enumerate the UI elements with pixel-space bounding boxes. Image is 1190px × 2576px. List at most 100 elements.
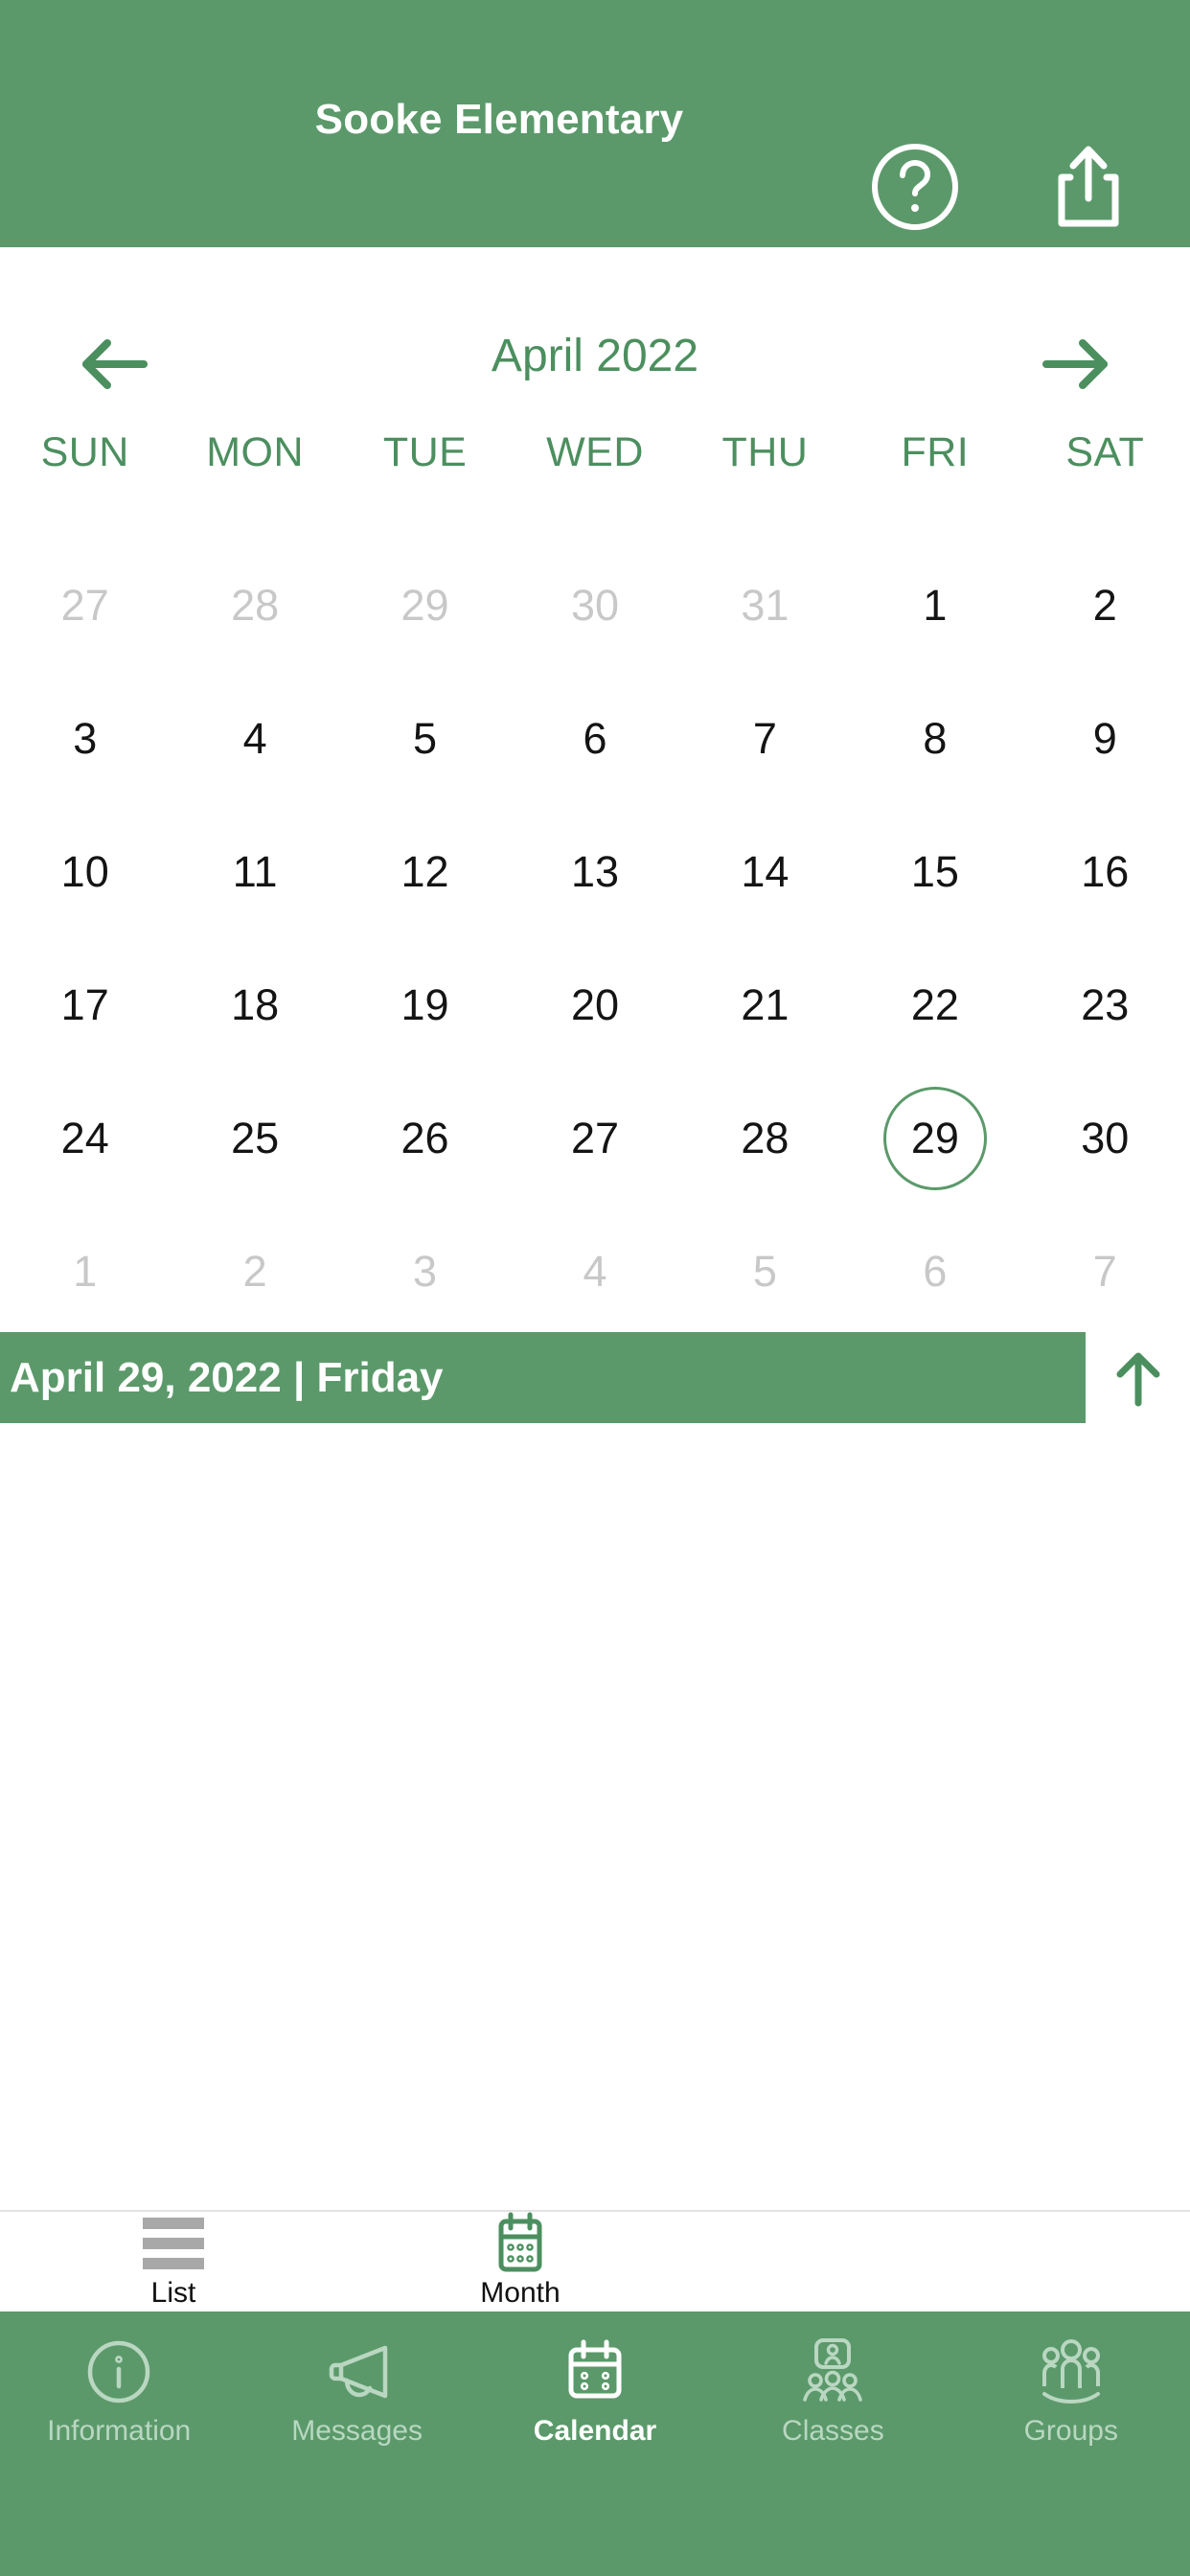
calendar-day-grid: 27 28 29 30 31 1 2 3 4 5 6 7 8 9 10 11 12 13 14 15 16 17 18 19 2… xyxy=(0,539,1190,1338)
tab-groups[interactable]: Groups xyxy=(952,2312,1190,2576)
classroom-icon xyxy=(793,2333,872,2411)
day-cell[interactable]: 9 xyxy=(1020,672,1190,805)
day-number: 1 xyxy=(923,581,948,630)
day-number: 25 xyxy=(231,1114,280,1162)
view-option-list-label: List xyxy=(150,2277,196,2309)
people-group-icon xyxy=(1032,2333,1110,2411)
day-cell[interactable]: 4 xyxy=(510,1205,679,1338)
day-cell[interactable]: 3 xyxy=(340,1205,510,1338)
day-number: 21 xyxy=(741,980,790,1029)
weekday-label: TUE xyxy=(382,429,468,475)
bottom-tab-bar: Information Messages Calendar Classes Gr… xyxy=(0,2312,1190,2576)
day-cell[interactable]: 18 xyxy=(170,938,339,1071)
day-cell-selected[interactable]: 29 xyxy=(850,1071,1019,1205)
day-number: 6 xyxy=(923,1247,948,1296)
day-cell[interactable]: 3 xyxy=(0,672,170,805)
tab-information[interactable]: Information xyxy=(0,2312,238,2576)
day-cell[interactable]: 7 xyxy=(1020,1205,1190,1338)
day-number: 20 xyxy=(570,980,620,1029)
share-icon[interactable] xyxy=(1044,139,1133,235)
question-circle-icon[interactable] xyxy=(867,139,963,235)
day-cell[interactable]: 27 xyxy=(0,539,170,672)
megaphone-icon xyxy=(318,2333,397,2411)
day-cell[interactable]: 13 xyxy=(510,805,679,938)
day-cell[interactable]: 27 xyxy=(510,1071,679,1205)
app-header: Sooke Elementary xyxy=(0,0,1190,247)
day-number: 29 xyxy=(400,581,449,630)
day-cell[interactable]: 6 xyxy=(510,672,679,805)
arrow-up-icon[interactable] xyxy=(1086,1332,1190,1423)
day-number: 4 xyxy=(242,714,267,763)
day-number: 27 xyxy=(570,1114,620,1162)
day-cell[interactable]: 2 xyxy=(1020,539,1190,672)
day-cell[interactable]: 20 xyxy=(510,938,679,1071)
day-number: 6 xyxy=(583,714,607,763)
app-screen: Sooke Elementary April 2022 SUN MON TUE … xyxy=(0,0,1190,2576)
day-number: 4 xyxy=(583,1247,607,1296)
day-cell[interactable]: 23 xyxy=(1020,938,1190,1071)
day-cell[interactable]: 5 xyxy=(680,1205,850,1338)
day-cell[interactable]: 12 xyxy=(340,805,510,938)
month-year-label: April 2022 xyxy=(491,331,699,381)
tab-classes[interactable]: Classes xyxy=(714,2312,951,2576)
day-number: 19 xyxy=(400,980,449,1029)
tab-messages[interactable]: Messages xyxy=(238,2312,475,2576)
day-cell[interactable]: 4 xyxy=(170,672,339,805)
day-number: 29 xyxy=(910,1114,959,1162)
day-cell[interactable]: 26 xyxy=(340,1071,510,1205)
tab-groups-label: Groups xyxy=(1023,2415,1118,2447)
day-cell[interactable]: 7 xyxy=(680,672,850,805)
selected-date-label: April 29, 2022 | Friday xyxy=(10,1353,444,1401)
day-cell[interactable]: 25 xyxy=(170,1071,339,1205)
tab-calendar[interactable]: Calendar xyxy=(476,2312,714,2576)
day-number: 16 xyxy=(1081,847,1130,896)
day-number: 28 xyxy=(741,1114,790,1162)
day-cell[interactable]: 8 xyxy=(850,672,1019,805)
selected-date-banner[interactable]: April 29, 2022 | Friday xyxy=(0,1332,1086,1423)
day-cell[interactable]: 10 xyxy=(0,805,170,938)
day-cell[interactable]: 30 xyxy=(1020,1071,1190,1205)
day-number: 12 xyxy=(400,847,449,896)
calendar-icon xyxy=(482,2212,559,2275)
day-cell[interactable]: 11 xyxy=(170,805,339,938)
day-cell[interactable]: 24 xyxy=(0,1071,170,1205)
day-number: 31 xyxy=(741,581,790,630)
day-number: 30 xyxy=(1081,1114,1130,1162)
day-number: 2 xyxy=(242,1247,267,1296)
day-number: 5 xyxy=(752,1247,777,1296)
day-cell[interactable]: 6 xyxy=(850,1205,1019,1338)
weekday-header-row: SUN MON TUE WED THU FRI SAT xyxy=(0,429,1190,476)
arrow-right-icon[interactable] xyxy=(1029,316,1125,412)
day-cell[interactable]: 1 xyxy=(0,1205,170,1338)
day-number: 9 xyxy=(1092,714,1117,763)
day-number: 27 xyxy=(60,581,109,630)
view-switcher: List Month xyxy=(0,2210,1190,2313)
day-cell[interactable]: 19 xyxy=(340,938,510,1071)
day-number: 30 xyxy=(570,581,620,630)
day-cell[interactable]: 14 xyxy=(680,805,850,938)
day-cell[interactable]: 22 xyxy=(850,938,1019,1071)
day-number: 3 xyxy=(413,1247,438,1296)
view-option-month-label: Month xyxy=(480,2277,561,2309)
day-number: 3 xyxy=(73,714,98,763)
day-cell[interactable]: 21 xyxy=(680,938,850,1071)
day-cell[interactable]: 2 xyxy=(170,1205,339,1338)
day-cell[interactable]: 17 xyxy=(0,938,170,1071)
day-number: 10 xyxy=(60,847,109,896)
day-cell[interactable]: 1 xyxy=(850,539,1019,672)
day-cell[interactable]: 28 xyxy=(680,1071,850,1205)
day-cell[interactable]: 16 xyxy=(1020,805,1190,938)
weekday-label: FRI xyxy=(901,429,970,475)
day-cell[interactable]: 15 xyxy=(850,805,1019,938)
day-cell[interactable]: 29 xyxy=(340,539,510,672)
view-option-list[interactable]: List xyxy=(25,2212,322,2308)
tab-information-label: Information xyxy=(47,2415,192,2447)
day-cell[interactable]: 5 xyxy=(340,672,510,805)
day-cell[interactable]: 28 xyxy=(170,539,339,672)
day-cell[interactable]: 31 xyxy=(680,539,850,672)
day-number: 14 xyxy=(741,847,790,896)
weekday-label: SAT xyxy=(1065,429,1145,475)
view-option-month[interactable]: Month xyxy=(372,2212,669,2308)
day-cell[interactable]: 30 xyxy=(510,539,679,672)
weekday-label: SUN xyxy=(40,429,129,475)
